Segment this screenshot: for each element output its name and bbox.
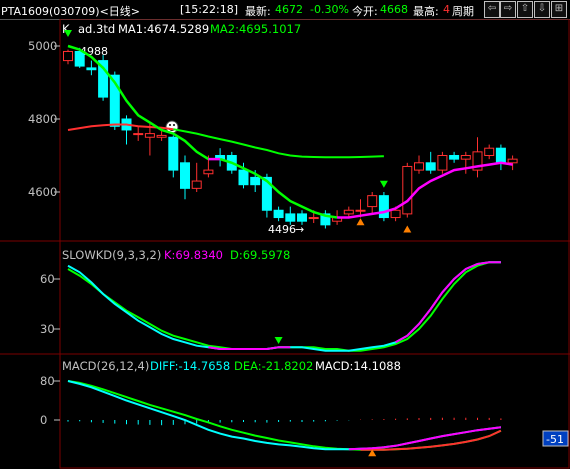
macd-badge-value: -51 (546, 433, 564, 446)
ma1-line (67, 44, 210, 161)
main-y-axis: 5000 4800 4600 (28, 39, 60, 199)
macd-title: MACD(26,12,4) (62, 359, 149, 373)
latest-label: 最新: (245, 5, 271, 18)
high-label: 最高: (413, 5, 439, 18)
candle-body (402, 165, 413, 215)
candle-body (63, 50, 73, 62)
macd-y-axis: 80 0 (40, 374, 60, 427)
candle-body (156, 134, 167, 138)
candle-body (144, 133, 155, 138)
candle-body (238, 169, 249, 186)
tick-label: 4800 (28, 112, 57, 126)
candle-body (133, 133, 144, 136)
candle-body (180, 162, 190, 189)
candle-body (495, 147, 506, 164)
kd-k-value: K:69.8340 (164, 248, 223, 262)
candle-body (390, 209, 401, 219)
tick-label: 4600 (28, 185, 57, 199)
nav-down-icon[interactable]: ⇩ (534, 1, 550, 18)
ma2-line (173, 128, 384, 159)
chart-area[interactable]: 5000 4800 4600 60 30 80 0 K ad.3td MA1:4… (0, 19, 570, 469)
macd-dea-line (67, 380, 502, 451)
candle-body (355, 209, 366, 212)
low-arrow-icon: → (295, 223, 304, 236)
symbol-label: PTA1609(030709)<日线> (1, 5, 141, 18)
kd-y-axis: 60 30 (40, 272, 60, 336)
period-button[interactable]: 周期 (452, 3, 474, 19)
buy-signal-icon (403, 225, 412, 233)
candle-body (297, 213, 307, 222)
candle-body (86, 67, 97, 71)
macd-value: MACD:14.1088 (315, 359, 401, 373)
candle-body (367, 195, 378, 208)
candle-body (343, 209, 354, 215)
candle-body (74, 50, 85, 67)
nav-right-icon[interactable]: ⇨ (500, 1, 516, 18)
macd-dea-value: DEA:-21.8202 (234, 359, 313, 373)
nav-left-icon[interactable]: ⇦ (484, 1, 500, 18)
title-bar: PTA1609(030709)<日线> [15:22:18] 最新: 4672 … (0, 0, 570, 20)
candle-body (168, 136, 179, 171)
sell-signal-icon (274, 337, 283, 344)
candle-body (414, 162, 424, 171)
kd-title: SLOWKD(9,3,3,2) (62, 248, 161, 262)
tick-label: 30 (40, 322, 55, 336)
candle-body (449, 155, 460, 160)
sell-signal-icon (379, 180, 388, 188)
kd-d-line (67, 261, 501, 352)
legend-name: ad.3td (78, 22, 115, 36)
candle-body (273, 209, 284, 219)
nav-up-icon[interactable]: ⇧ (517, 1, 533, 18)
candle-body (378, 195, 389, 219)
legend-ma1: MA1:4674.5289 (118, 22, 209, 36)
candle-body (203, 169, 214, 175)
buy-signal-icon (356, 218, 365, 226)
candle-body (191, 180, 202, 189)
low-annotation: 4496 (268, 223, 296, 236)
high-value: 4 (443, 3, 450, 16)
candle-body (437, 155, 448, 171)
tick-label: 0 (40, 413, 47, 427)
tick-label: 80 (40, 374, 55, 388)
legend-ma2: MA2:4695.1017 (210, 22, 301, 36)
open-label: 今开: (352, 5, 378, 18)
kd-d-value: D:69.5978 (230, 248, 290, 262)
kd-k-line-segment (395, 261, 501, 344)
candle-body (250, 176, 261, 186)
candle-body (425, 162, 436, 171)
plot-layer (63, 30, 518, 457)
grid-icon[interactable]: ⊞ (551, 1, 567, 18)
tick-label: 60 (40, 272, 55, 286)
candle-body (507, 158, 518, 164)
candle-body (308, 217, 319, 220)
change-value: -0.30% (310, 3, 349, 16)
ma1-line-segment (337, 161, 513, 219)
latest-value: 4672 (275, 3, 303, 16)
candle-body (484, 147, 495, 156)
open-value: 4668 (380, 3, 408, 16)
candle-body (285, 213, 296, 222)
time-label: [15:22:18] (180, 3, 238, 16)
macd-diff-line (67, 380, 502, 451)
macd-diff-value: DIFF:-14.7658 (150, 359, 230, 373)
tick-label: 5000 (28, 39, 57, 53)
candle-body (460, 155, 471, 160)
